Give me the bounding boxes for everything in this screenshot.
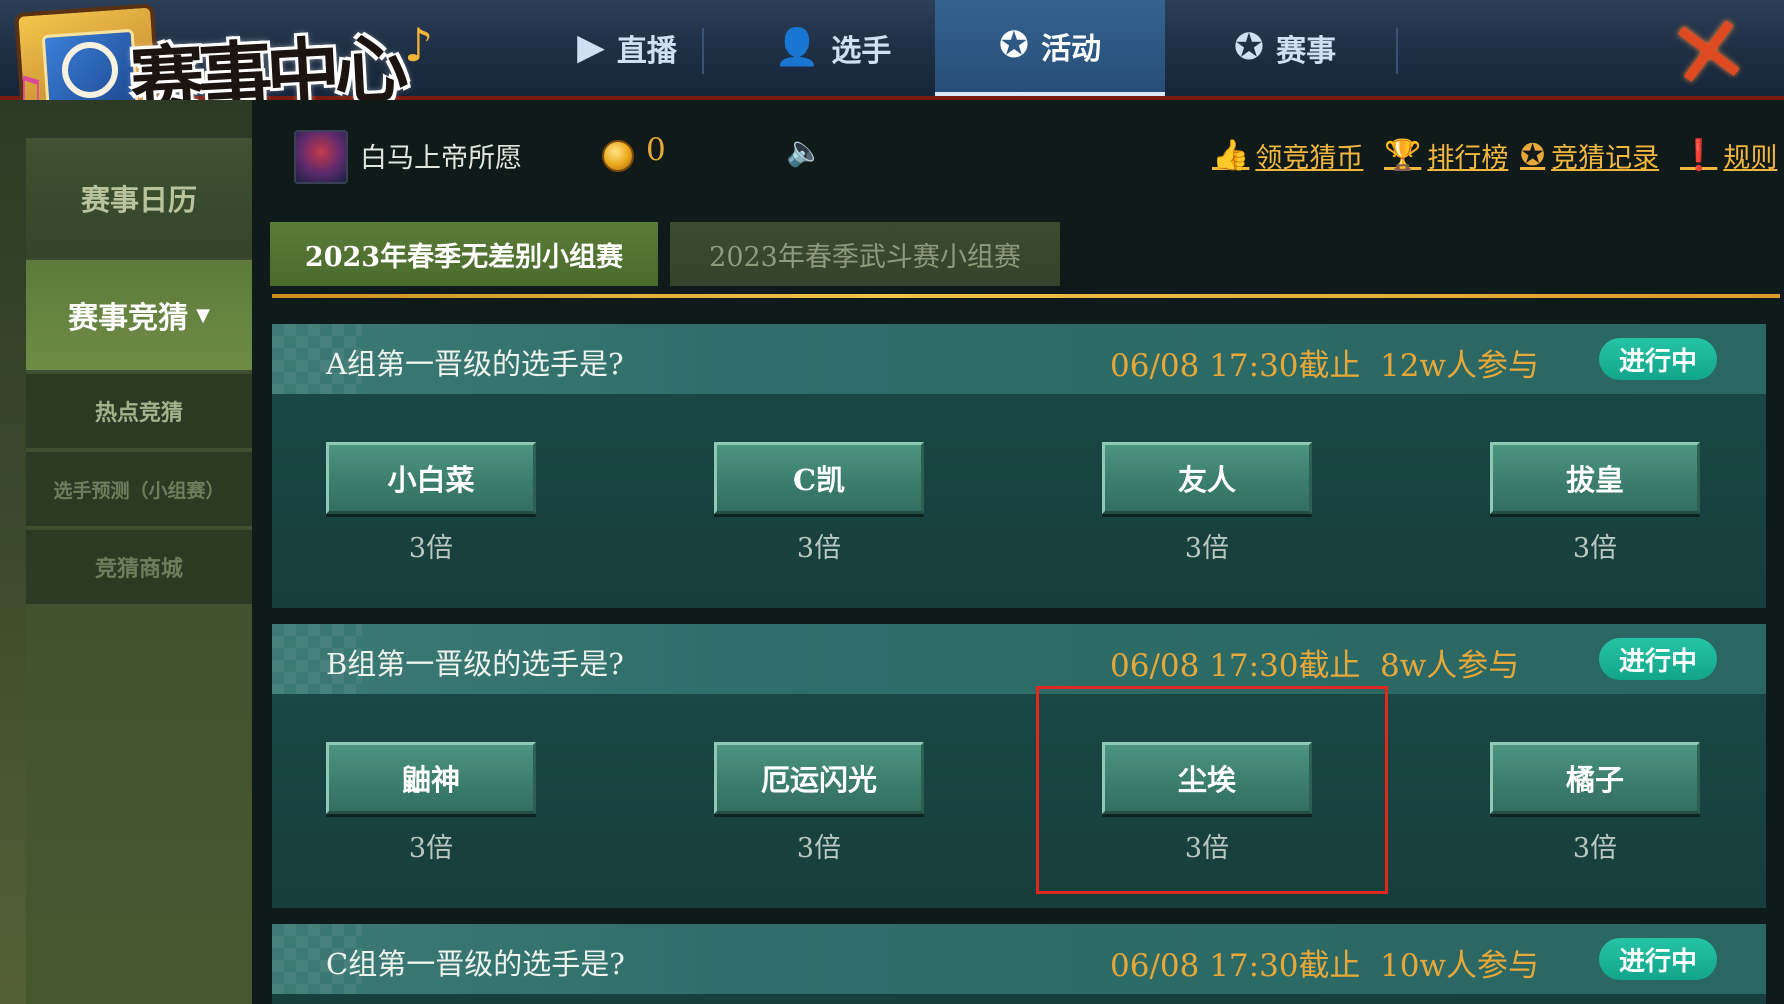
swirl-icon: [62, 42, 118, 98]
question-header: C组第一晋级的选手是? 06/08 17:30截止 10w人参与 进行中: [272, 924, 1766, 994]
tab-live-label: 直播: [616, 34, 677, 69]
coin-balance: 0: [646, 132, 666, 168]
link-label: 领竞猜币: [1255, 143, 1364, 174]
play-icon: ▶: [577, 27, 605, 68]
thumbs-icon: 👍: [1212, 138, 1250, 173]
sidebar-subitem-hot-guess[interactable]: 热点竞猜: [26, 372, 252, 448]
medal-icon: ✪: [1520, 138, 1546, 173]
sidebar-item-guess[interactable]: 赛事竞猜 ▼: [26, 260, 252, 370]
tab-players[interactable]: 👤 选手: [718, 0, 948, 96]
option-item: C凯 3倍: [714, 442, 924, 565]
trophy-icon: 🏆: [1384, 138, 1422, 173]
option-item: 小白菜 3倍: [326, 442, 536, 565]
tab-players-label: 选手: [831, 34, 892, 69]
option-odds: 3倍: [796, 833, 842, 864]
question-header: B组第一晋级的选手是? 06/08 17:30截止 8w人参与 进行中: [272, 624, 1766, 694]
claim-coins-link[interactable]: 👍 领竞猜币: [1212, 136, 1363, 175]
sidebar-item-label: 赛事竞猜: [68, 301, 189, 336]
question-card-c: C组第一晋级的选手是? 06/08 17:30截止 10w人参与 进行中: [272, 924, 1766, 1004]
sidebar-item-label: 选手预测（小组赛）: [53, 479, 225, 502]
option-item: 拔皇 3倍: [1490, 442, 1700, 565]
sidebar-menu: 赛事日历 赛事竞猜 ▼ 热点竞猜 选手预测（小组赛） 竞猜商城: [26, 138, 252, 1004]
coin-icon: [602, 140, 634, 172]
option-item: 厄运闪光 3倍: [714, 742, 924, 865]
question-deadline: 06/08 17:30截止: [1110, 348, 1361, 384]
info-icon: ❗: [1680, 138, 1718, 173]
tab-underline: [272, 294, 1780, 298]
option-button[interactable]: 橘子: [1490, 742, 1700, 814]
option-item: 橘子 3倍: [1490, 742, 1700, 865]
sidebar-item-label: 热点竞猜: [94, 400, 183, 426]
username: 白马上帝所愿: [360, 143, 522, 174]
tab-season-open[interactable]: 2023年春季无差别小组赛: [270, 222, 658, 286]
option-odds: 3倍: [1572, 533, 1618, 564]
sidebar-item-label: 竞猜商城: [94, 556, 183, 582]
option-odds: 3倍: [796, 533, 842, 564]
tab-live[interactable]: ▶ 直播: [512, 0, 742, 96]
nav-divider: [702, 28, 704, 74]
question-title: B组第一晋级的选手是?: [326, 647, 624, 681]
question-deadline: 06/08 17:30截止: [1110, 948, 1361, 984]
guess-history-link[interactable]: ✪ 竞猜记录: [1520, 136, 1659, 175]
question-title: C组第一晋级的选手是?: [326, 947, 625, 981]
caret-down-icon: ▼: [196, 304, 210, 326]
speaker-icon[interactable]: 🔈: [786, 134, 823, 169]
tab-activity[interactable]: ✪ 活动: [935, 0, 1165, 96]
option-odds: 3倍: [1184, 533, 1230, 564]
option-button[interactable]: C凯: [714, 442, 924, 514]
sidebar-item-label: 赛事日历: [80, 183, 197, 217]
sidebar-subitem-guess-shop[interactable]: 竞猜商城: [26, 528, 252, 604]
option-button[interactable]: 厄运闪光: [714, 742, 924, 814]
option-odds: 3倍: [1572, 833, 1618, 864]
option-odds: 3倍: [408, 533, 454, 564]
rules-link[interactable]: ❗ 规则: [1680, 136, 1777, 175]
status-badge: 进行中: [1599, 338, 1717, 380]
question-title: A组第一晋级的选手是?: [326, 347, 624, 381]
leaderboard-link[interactable]: 🏆 排行榜: [1384, 136, 1508, 175]
option-button[interactable]: 拔皇: [1490, 442, 1700, 514]
season-tab-label: 2023年春季无差别小组赛: [304, 241, 624, 273]
sidebar-subitem-player-predict[interactable]: 选手预测（小组赛）: [26, 450, 252, 526]
status-badge: 进行中: [1599, 638, 1717, 680]
participant-count: 12w人参与: [1380, 348, 1539, 384]
star-badge-icon: ✪: [1233, 27, 1265, 68]
sidebar-item-calendar[interactable]: 赛事日历: [26, 138, 252, 258]
link-label: 排行榜: [1427, 143, 1509, 174]
option-button[interactable]: 小白菜: [326, 442, 536, 514]
option-button[interactable]: 友人: [1102, 442, 1312, 514]
link-label: 竞猜记录: [1551, 143, 1660, 174]
tab-events-label: 赛事: [1276, 34, 1337, 69]
option-button[interactable]: 鼬神: [326, 742, 536, 814]
star-badge-icon: ✪: [998, 25, 1030, 66]
question-card-a: A组第一晋级的选手是? 06/08 17:30截止 12w人参与 进行中 小白菜…: [272, 324, 1766, 608]
tab-season-martial[interactable]: 2023年春季武斗赛小组赛: [670, 222, 1060, 286]
close-icon[interactable]: ✕: [1648, 0, 1769, 114]
highlight-box: [1036, 686, 1388, 894]
participant-count: 8w人参与: [1380, 648, 1520, 684]
music-note-icon: ♪: [404, 18, 434, 72]
avatar[interactable]: [294, 130, 348, 184]
option-odds: 3倍: [408, 833, 454, 864]
question-header: A组第一晋级的选手是? 06/08 17:30截止 12w人参与 进行中: [272, 324, 1766, 394]
question-card-b: B组第一晋级的选手是? 06/08 17:30截止 8w人参与 进行中 鼬神 3…: [272, 624, 1766, 908]
question-deadline: 06/08 17:30截止: [1110, 648, 1361, 684]
status-badge: 进行中: [1599, 938, 1717, 980]
option-item: 友人 3倍: [1102, 442, 1312, 565]
players-icon: 👤: [774, 27, 820, 68]
user-info-bar: 白马上帝所愿 0 🔈 👍 领竞猜币 🏆 排行榜 ✪ 竞猜记录 ❗ 规则: [252, 100, 1784, 212]
sidebar: 赛事日历 赛事竞猜 ▼ 热点竞猜 选手预测（小组赛） 竞猜商城: [0, 100, 252, 1004]
participant-count: 10w人参与: [1380, 948, 1539, 984]
season-tab-label: 2023年春季武斗赛小组赛: [709, 241, 1021, 273]
link-label: 规则: [1723, 143, 1778, 174]
nav-divider: [1396, 28, 1398, 74]
tab-activity-label: 活动: [1041, 32, 1102, 67]
option-item: 鼬神 3倍: [326, 742, 536, 865]
tab-events[interactable]: ✪ 赛事: [1170, 0, 1400, 96]
